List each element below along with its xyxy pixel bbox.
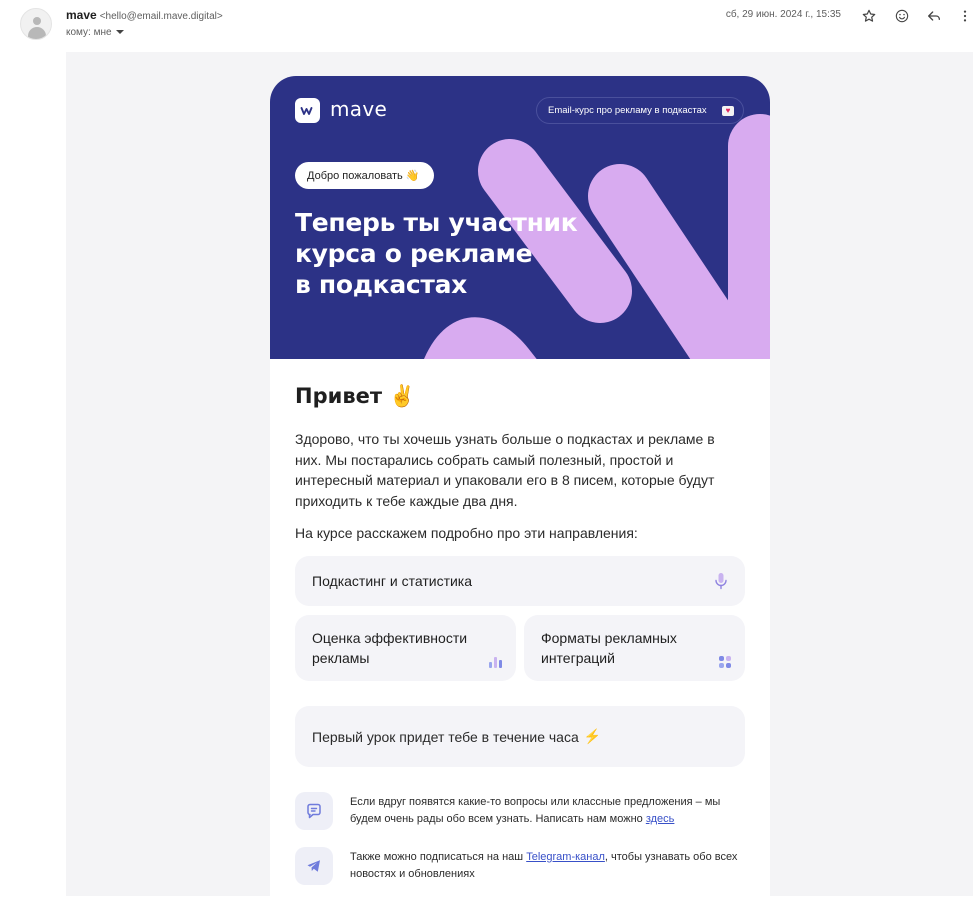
contact-text-block: Если вдруг появятся какие-то вопросы или… [350,794,748,827]
hero-title-line: Теперь ты участник [295,208,578,237]
lightning-icon: ⚡ [583,728,602,744]
more-vert-icon [963,10,967,22]
email-date: сб, 29 июн. 2024 г., 15:35 [725,9,841,20]
topic-card-efficiency: Оценка эффективности рекламы [295,615,516,681]
sender-email: <hello@email.mave.digital> [99,11,223,22]
more-options-button[interactable] [955,6,975,26]
telegram-icon [307,860,320,872]
email-header: mave <hello@email.mave.digital> кому: мне… [0,0,977,52]
recipients-label: кому: мне [66,27,112,38]
chevron-down-icon [115,30,124,35]
star-icon [862,9,876,22]
bar-chart-icon [489,657,502,668]
topic-label: Форматы рекламных [541,630,677,646]
greeting-heading: Привет ✌️ [295,384,416,408]
sender-line: mave <hello@email.mave.digital> [66,8,223,22]
telegram-text-before: Также можно подписаться на наш [350,851,524,863]
course-badge-label: Email-курс про рекламу в подкастах [548,105,707,116]
telegram-icon-box [295,847,333,885]
intro-paragraph: Здорово, что ты хочешь узнать больше о п… [295,431,715,509]
chat-bubble-icon [307,803,321,819]
hero-title: Теперь ты участник курса о рекламе в под… [295,207,625,300]
telegram-channel-link[interactable]: Telegram-канал [526,851,605,863]
recipients-dropdown[interactable]: кому: мне [66,27,124,38]
emoji-reaction-button[interactable] [892,6,912,26]
chat-icon-box [295,792,333,830]
topic-card-podcasting: Подкастинг и статистика [295,556,745,606]
emoji-icon [895,9,909,23]
hero-title-line: курса о рекламе [295,239,533,268]
hero-title-line: в подкастах [295,270,468,299]
contact-link[interactable]: здесь [646,813,675,825]
grid-icon [719,656,731,668]
welcome-badge: Добро пожаловать 👋 [295,162,434,189]
first-lesson-notice: Первый урок придет тебе в течение часа ⚡ [295,706,745,767]
hero-banner: mave Email-курс про рекламу в подкастах … [270,76,770,359]
logo-text: mave [330,97,388,121]
course-badge: Email-курс про рекламу в подкастах ♥ [536,97,744,124]
sender-avatar[interactable] [20,8,52,40]
heart-mail-icon: ♥ [722,106,734,116]
topic-label: интеграций [541,650,615,666]
topic-label: Оценка эффективности [312,630,468,646]
notice-text: Первый урок придет тебе в течение часа [312,728,579,745]
email-body: mave Email-курс про рекламу в подкастах … [66,52,973,906]
directions-label: На курсе расскажем подробно про эти напр… [295,525,638,541]
topic-card-formats: Форматы рекламных интеграций [524,615,745,681]
topic-label: Подкастинг и статистика [312,573,473,589]
microphone-icon [715,573,727,590]
mave-logo-icon [295,98,320,123]
reply-button[interactable] [924,6,944,26]
sender-name[interactable]: mave [66,8,97,22]
telegram-text-block: Также можно подписаться на наш Telegram-… [350,849,748,882]
email-card: mave Email-курс про рекламу в подкастах … [270,76,770,906]
reply-icon [928,11,940,21]
topic-label: рекламы [312,650,370,666]
star-button[interactable] [859,6,879,26]
